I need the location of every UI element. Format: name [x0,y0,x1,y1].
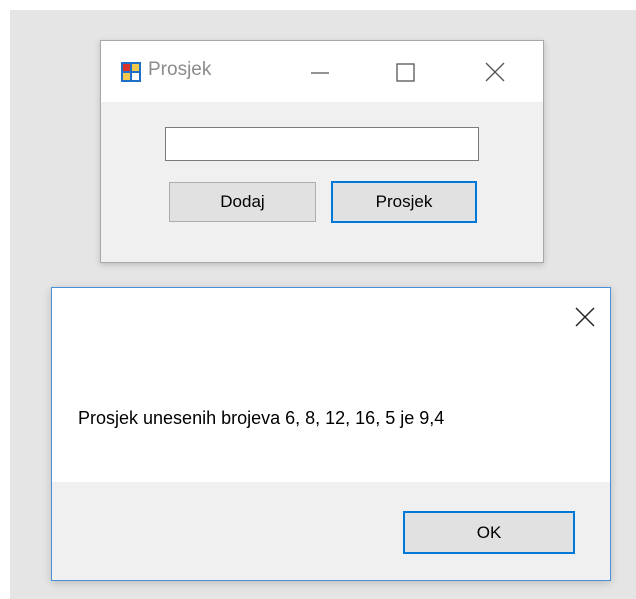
close-icon [575,307,595,327]
title-bar: Prosjek [101,41,543,102]
maximize-icon [396,63,415,82]
close-button[interactable] [466,53,526,93]
message-close-button[interactable] [570,302,600,332]
minimize-button[interactable] [291,53,351,93]
dodaj-button[interactable]: Dodaj [169,182,316,222]
minimize-icon [311,72,329,74]
window-title: Prosjek [148,59,212,80]
ok-button[interactable]: OK [403,511,575,554]
prosjek-button[interactable]: Prosjek [331,181,477,223]
message-box: Prosjek unesenih brojeva 6, 8, 12, 16, 5… [51,287,611,581]
number-input[interactable] [165,127,479,161]
close-icon [485,62,505,82]
forms-app-icon [121,62,141,82]
message-text: Prosjek unesenih brojeva 6, 8, 12, 16, 5… [78,408,445,428]
message-footer: OK [52,482,610,580]
maximize-button[interactable] [376,53,436,93]
main-window: Prosjek Dodaj Prosjek [100,40,544,263]
